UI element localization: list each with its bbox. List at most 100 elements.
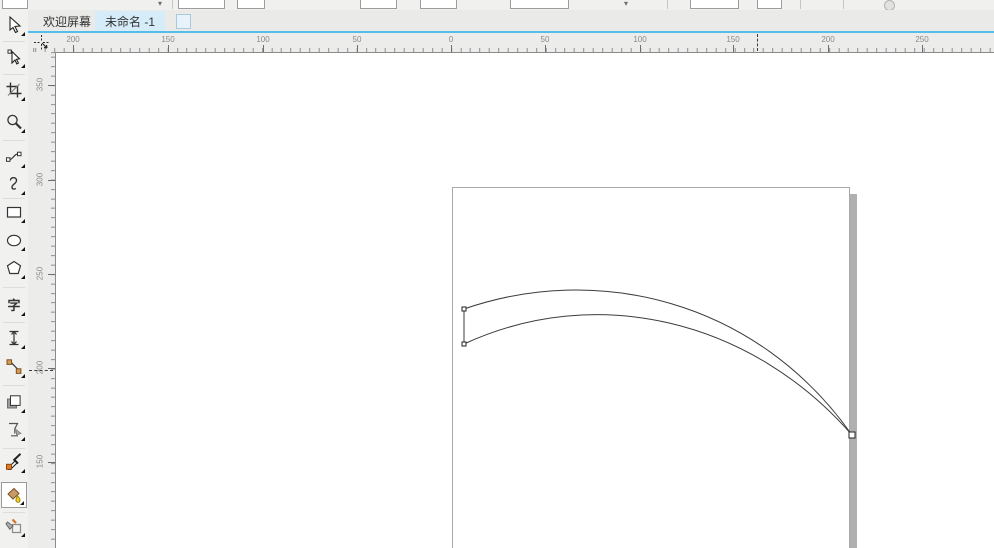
vruler-major-tick	[48, 368, 55, 369]
shape-tool[interactable]	[1, 44, 27, 70]
hruler-tick-label: 200	[821, 35, 834, 44]
drawing-workspace[interactable]	[55, 52, 994, 548]
hruler-tick-label: 0	[449, 35, 453, 44]
hruler-cursor-marker	[757, 34, 758, 51]
flyout-arrow-icon	[20, 501, 24, 505]
document-tabbar: 欢迎屏幕未命名 -1	[28, 10, 994, 31]
vruler-tick-label: 350	[36, 75, 45, 95]
hruler-major-tick	[357, 45, 358, 52]
hruler-tick-label: 250	[915, 35, 928, 44]
vruler-major-tick	[48, 85, 55, 86]
curve-node[interactable]	[462, 307, 466, 311]
crop-tool[interactable]	[1, 77, 27, 103]
dropdown-arrow-icon[interactable]: ▾	[624, 0, 628, 9]
vruler-tick-label: 150	[36, 452, 45, 472]
hruler-tick-label: 100	[256, 35, 269, 44]
toolbox-separator	[3, 448, 25, 449]
ruler-origin-icon[interactable]	[34, 35, 49, 50]
hruler-major-tick	[640, 45, 641, 52]
hruler-major-tick	[545, 45, 546, 52]
flyout-arrow-icon	[21, 191, 25, 195]
property-bar-divider	[172, 0, 173, 9]
vruler-tick-label: 250	[36, 264, 45, 284]
curve-bottom-segment[interactable]	[464, 315, 852, 435]
hruler-major-tick	[451, 45, 452, 52]
hruler-tick-label: 200	[66, 35, 79, 44]
tab-untitled-1[interactable]: 未命名 -1	[95, 11, 165, 31]
dropdown-arrow-icon[interactable]: ▾	[158, 0, 162, 9]
pick-tool[interactable]	[1, 12, 27, 38]
zoom-tool[interactable]	[1, 109, 27, 135]
hruler-major-tick	[263, 45, 264, 52]
text-tool-icon: 字	[7, 299, 20, 312]
interactive-fill-tool[interactable]	[1, 513, 27, 539]
toolbox-separator	[3, 41, 25, 42]
vruler-major-tick	[48, 274, 55, 275]
property-bar-divider	[843, 0, 844, 9]
flyout-arrow-icon	[21, 312, 25, 316]
app-window: ▾▾ 字 欢迎屏幕未命名 -1 200150100500501001502002…	[0, 0, 994, 548]
horizontal-ruler: 200 150 100 50 0 50 100 150 200 250	[28, 33, 994, 52]
hruler-tick-label: 50	[541, 35, 550, 44]
toolbox-separator	[3, 140, 25, 141]
tab-welcome-screen[interactable]: 欢迎屏幕	[33, 11, 101, 31]
bezier-tool[interactable]	[1, 144, 27, 170]
curve-top-segment[interactable]	[464, 290, 852, 435]
flyout-arrow-icon	[21, 437, 25, 441]
vertical-ruler: 350 300 250 200 150	[28, 52, 55, 548]
flyout-arrow-icon	[21, 409, 25, 413]
flyout-arrow-icon	[21, 97, 25, 101]
property-bar-field[interactable]	[510, 0, 569, 9]
curve-node[interactable]	[462, 342, 466, 346]
toolbox: 字	[0, 10, 28, 548]
property-bar-field[interactable]	[237, 0, 265, 9]
new-document-icon[interactable]	[176, 14, 191, 29]
property-bar-field[interactable]	[420, 0, 457, 9]
hruler-tick-label: 150	[726, 35, 739, 44]
rectangle-tool[interactable]	[1, 199, 27, 225]
eyedropper-tool[interactable]	[1, 449, 27, 475]
flyout-arrow-icon	[21, 164, 25, 168]
curve-node[interactable]	[849, 432, 855, 438]
toolbox-separator	[3, 385, 25, 386]
ellipse-tool[interactable]	[1, 227, 27, 253]
hruler-major-tick	[73, 45, 74, 52]
vruler-tick-label: 200	[36, 358, 45, 378]
text-tool[interactable]: 字	[1, 292, 27, 318]
property-bar-divider	[800, 0, 801, 9]
flyout-arrow-icon	[21, 469, 25, 473]
property-bar-field[interactable]	[757, 0, 782, 9]
property-bar-field[interactable]	[178, 0, 225, 9]
flyout-arrow-icon	[21, 64, 25, 68]
property-bar-divider	[667, 0, 668, 9]
toolbox-separator	[3, 322, 25, 323]
polygon-tool[interactable]	[1, 255, 27, 281]
property-bar-field[interactable]	[690, 0, 739, 9]
flyout-arrow-icon	[21, 219, 25, 223]
hruler-tick-label: 100	[633, 35, 646, 44]
property-bar-field[interactable]	[360, 0, 397, 9]
drop-shadow-tool[interactable]	[1, 389, 27, 415]
freehand-tool[interactable]	[1, 171, 27, 197]
connector-tool[interactable]	[1, 354, 27, 380]
vruler-major-tick	[48, 462, 55, 463]
smart-fill-tool[interactable]	[1, 482, 27, 508]
toolbox-separator	[3, 287, 25, 288]
property-bar-field[interactable]	[2, 0, 28, 9]
hruler-tick-label: 50	[353, 35, 362, 44]
curve-object[interactable]	[56, 53, 994, 548]
toolbox-separator	[3, 512, 25, 513]
hruler-tick-label: 150	[161, 35, 174, 44]
flyout-arrow-icon	[21, 247, 25, 251]
vruler-tick-label: 300	[36, 170, 45, 190]
flyout-arrow-icon	[21, 275, 25, 279]
hruler-major-tick	[168, 45, 169, 52]
vruler-major-tick	[48, 180, 55, 181]
flyout-arrow-icon	[21, 345, 25, 349]
dimension-tool[interactable]	[1, 325, 27, 351]
transparency-tool[interactable]	[1, 417, 27, 443]
toolbox-separator	[3, 198, 25, 199]
hruler-major-tick	[828, 45, 829, 52]
vruler-cursor-marker	[29, 370, 53, 371]
toolbox-separator	[3, 74, 25, 75]
